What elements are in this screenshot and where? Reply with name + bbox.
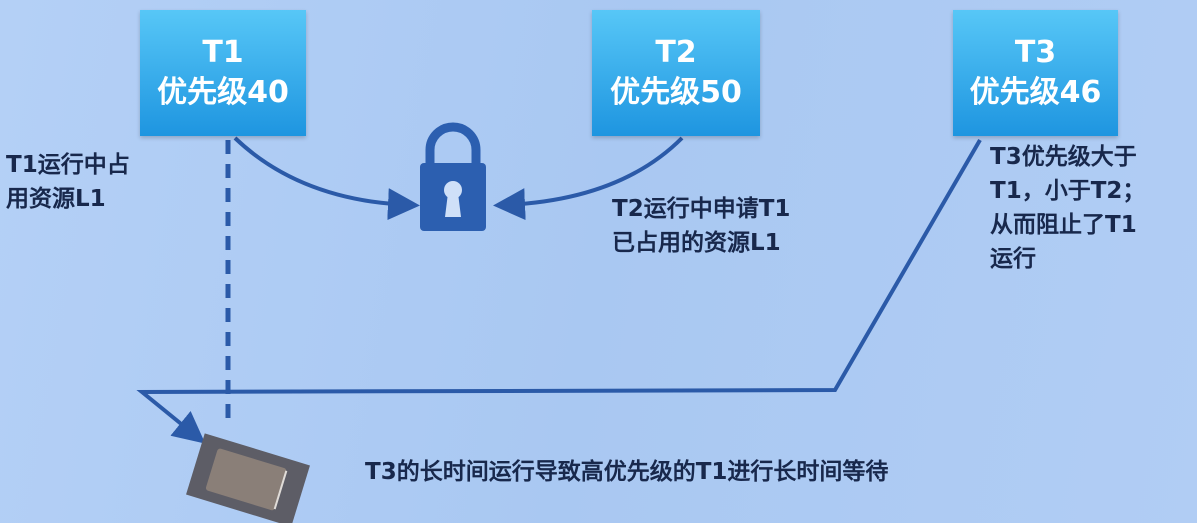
note-line: 从而阻止了T1 [990, 212, 1137, 238]
note-line: 运行 [990, 246, 1036, 272]
task-name: T2 [655, 35, 697, 70]
note-line: T1，小于T2； [990, 178, 1146, 204]
bottom-caption: T3的长时间运行导致高优先级的T1进行长时间等待 [365, 459, 889, 485]
lock-icon [420, 122, 486, 231]
note-line: 已占用的资源L1 [612, 230, 781, 256]
t3-note: T3优先级大于 T1，小于T2； 从而阻止了T1 运行 [990, 140, 1145, 276]
task-priority: 优先级50 [610, 75, 742, 110]
t1-to-lock-arrow [233, 136, 420, 221]
task-box-t1: T1 优先级40 [140, 10, 306, 136]
task-box-t3: T3 优先级46 [953, 10, 1118, 136]
task-name: T1 [202, 35, 244, 70]
task-name: T3 [1014, 35, 1057, 70]
note-line: T3优先级大于 [990, 144, 1137, 170]
task-priority: 优先级40 [157, 75, 289, 110]
task-box-t2: T2 优先级50 [592, 10, 760, 136]
note-line: T1运行中占 [6, 152, 130, 178]
task-priority: 优先级46 [969, 75, 1102, 110]
t2-note: T2运行中申请T1 已占用的资源L1 [612, 192, 790, 260]
note-line: T2运行中申请T1 [612, 196, 791, 222]
t3-to-cpu-arrow [136, 138, 982, 444]
cpu-chip-icon [186, 433, 310, 523]
t1-note: T1运行中占 用资源L1 [6, 148, 130, 216]
note-line: 用资源L1 [6, 186, 106, 212]
